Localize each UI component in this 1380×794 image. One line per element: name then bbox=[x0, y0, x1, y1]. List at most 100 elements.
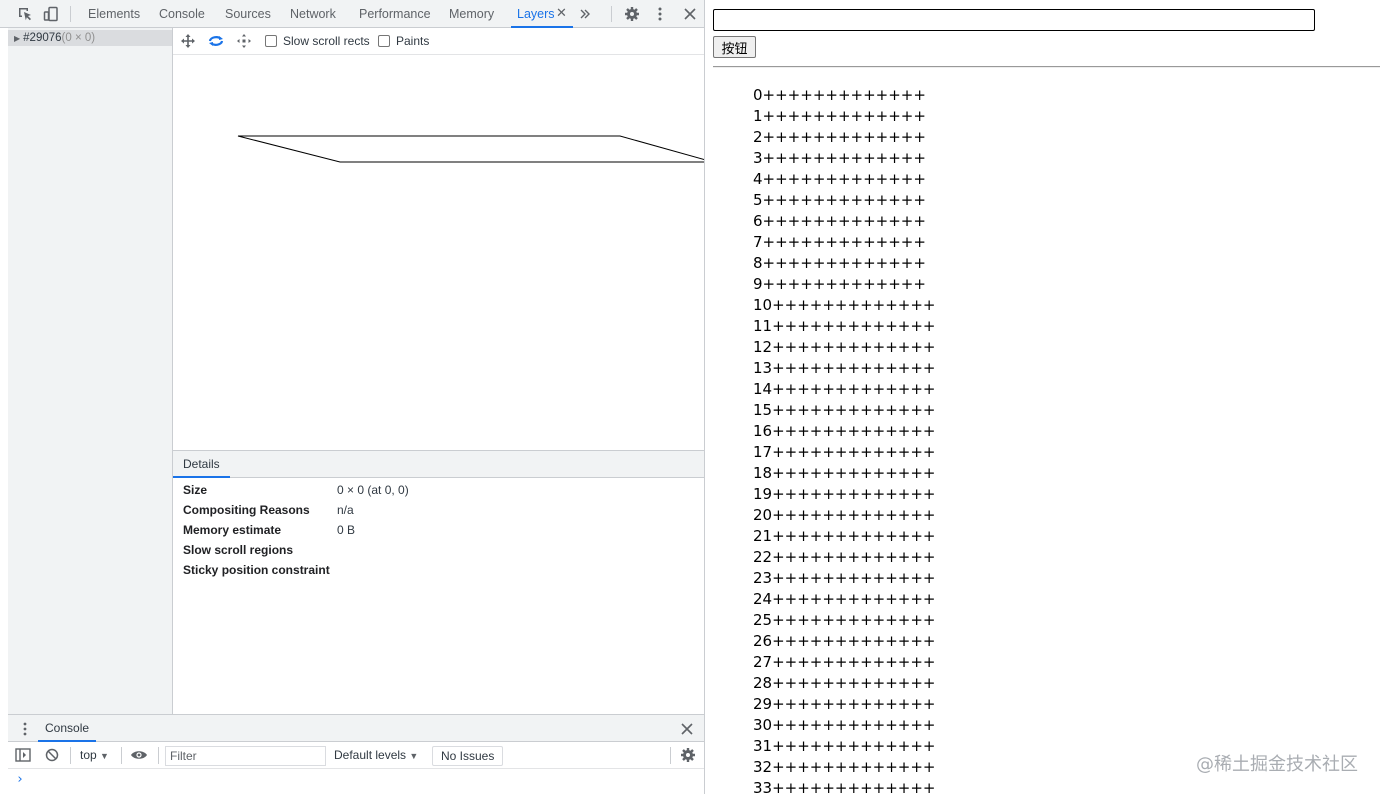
watermark: @稀土掘金技术社区 bbox=[1196, 754, 1358, 775]
slow-scroll-rects-toggle[interactable]: Slow scroll rects bbox=[265, 34, 370, 48]
layers-toolbar: Slow scroll rects Paints bbox=[173, 28, 704, 55]
toolbar-divider bbox=[121, 747, 122, 764]
filter-input[interactable] bbox=[165, 746, 326, 766]
tab-details[interactable]: Details bbox=[173, 451, 230, 478]
detail-key: Memory estimate bbox=[183, 523, 282, 537]
list-item: 33+++++++++++++ bbox=[753, 779, 936, 794]
tab-console[interactable]: Console bbox=[159, 0, 205, 28]
slow-scroll-rects-checkbox[interactable] bbox=[265, 35, 277, 47]
issues-button[interactable]: No Issues bbox=[432, 746, 504, 766]
list-item: 13+++++++++++++ bbox=[753, 359, 936, 377]
console-toolbar: top ▼ Default levels ▼ No Issues bbox=[8, 742, 704, 769]
list-item: 3+++++++++++++ bbox=[753, 149, 926, 167]
tab-layers[interactable]: Layers bbox=[511, 0, 572, 28]
toolbar-divider bbox=[670, 747, 671, 764]
more-options-icon[interactable] bbox=[651, 5, 669, 23]
console-settings-gear-icon[interactable] bbox=[679, 746, 697, 764]
double-chevron-icon[interactable] bbox=[576, 5, 594, 23]
detail-key: Slow scroll regions bbox=[183, 543, 294, 557]
paints-checkbox[interactable] bbox=[378, 35, 390, 47]
list-item: 16+++++++++++++ bbox=[753, 422, 936, 440]
tab-console-drawer[interactable]: Console bbox=[38, 715, 97, 742]
list-item: 30+++++++++++++ bbox=[753, 716, 936, 734]
list-item: 1+++++++++++++ bbox=[753, 107, 926, 125]
detail-key: Compositing Reasons bbox=[183, 503, 310, 517]
context-selector[interactable]: top ▼ bbox=[80, 742, 109, 769]
slow-scroll-rects-label: Slow scroll rects bbox=[283, 34, 370, 48]
list-item: 0+++++++++++++ bbox=[753, 86, 926, 104]
close-drawer-icon[interactable] bbox=[678, 720, 696, 738]
drawer-tab-bar: Console bbox=[8, 715, 704, 742]
list-item: 31+++++++++++++ bbox=[753, 737, 936, 755]
tab-memory[interactable]: Memory bbox=[449, 0, 494, 28]
list-item: 4+++++++++++++ bbox=[753, 170, 926, 188]
details-pane: Details Size 0 × 0 (at 0, 0) Compositing… bbox=[173, 450, 704, 714]
sidebar-toggle-icon[interactable] bbox=[14, 746, 32, 764]
detail-value: 0 B bbox=[337, 523, 356, 537]
list-item: 19+++++++++++++ bbox=[753, 485, 936, 503]
clear-console-icon[interactable] bbox=[43, 746, 61, 764]
layer-id: #29076 bbox=[23, 32, 62, 44]
layer-tree-item[interactable]: ▶ #29076(0 × 0) bbox=[8, 30, 172, 46]
layers-3d-viewport[interactable] bbox=[173, 55, 704, 450]
list-item: 23+++++++++++++ bbox=[753, 569, 936, 587]
tab-sources[interactable]: Sources bbox=[225, 0, 271, 28]
list-item: 24+++++++++++++ bbox=[753, 590, 936, 608]
list-item: 6+++++++++++++ bbox=[753, 212, 926, 230]
layer-size: (0 × 0) bbox=[61, 32, 96, 44]
list-item: 8+++++++++++++ bbox=[753, 254, 926, 272]
devtools-panel: Elements Console Sources Network Perform… bbox=[0, 0, 705, 794]
list-item: 25+++++++++++++ bbox=[753, 611, 936, 629]
reset-transform-icon[interactable] bbox=[235, 32, 253, 50]
close-devtools-icon[interactable] bbox=[681, 5, 699, 23]
list-item: 17+++++++++++++ bbox=[753, 443, 936, 461]
list-item: 7+++++++++++++ bbox=[753, 233, 926, 251]
list-item: 29+++++++++++++ bbox=[753, 695, 936, 713]
pan-mode-icon[interactable] bbox=[179, 32, 197, 50]
tab-elements[interactable]: Elements bbox=[88, 0, 140, 28]
gear-icon[interactable] bbox=[623, 5, 641, 23]
list-item: 12+++++++++++++ bbox=[753, 338, 936, 356]
detail-value: 0 × 0 (at 0, 0) bbox=[337, 483, 409, 497]
devtools-tab-bar: Elements Console Sources Network Perform… bbox=[0, 0, 704, 28]
expand-triangle-icon[interactable]: ▶ bbox=[14, 34, 20, 43]
log-levels-dropdown[interactable]: Default levels ▼ bbox=[334, 742, 418, 769]
rotate-mode-icon[interactable] bbox=[207, 32, 225, 50]
dropdown-arrow-icon: ▼ bbox=[100, 751, 109, 761]
device-toolbar-icon[interactable] bbox=[42, 5, 60, 23]
list-item: 18+++++++++++++ bbox=[753, 464, 936, 482]
dropdown-arrow-icon: ▼ bbox=[409, 751, 419, 761]
eye-icon[interactable] bbox=[130, 746, 148, 764]
close-tab-icon[interactable]: ✕ bbox=[556, 6, 567, 20]
list-item: 9+++++++++++++ bbox=[753, 275, 926, 293]
list-item: 10+++++++++++++ bbox=[753, 296, 936, 314]
inspect-element-icon[interactable] bbox=[16, 5, 34, 23]
line-list: 0+++++++++++++ 1+++++++++++++ 2+++++++++++… bbox=[753, 85, 935, 794]
detail-key: Sticky position constraint bbox=[183, 563, 330, 577]
list-item: 28+++++++++++++ bbox=[753, 674, 936, 692]
list-item: 32+++++++++++++ bbox=[753, 758, 936, 776]
drawer-menu-icon[interactable] bbox=[16, 720, 34, 738]
list-item: 21+++++++++++++ bbox=[753, 527, 936, 545]
toolbar-divider bbox=[158, 747, 159, 764]
list-item: 14+++++++++++++ bbox=[753, 380, 936, 398]
toolbar-divider bbox=[70, 747, 71, 764]
console-drawer: Console top ▼ Default levels ▼ No Issues bbox=[8, 714, 704, 794]
detail-key: Size bbox=[183, 483, 208, 497]
list-item: 15+++++++++++++ bbox=[753, 401, 936, 419]
page-button[interactable]: 按钮 bbox=[713, 36, 756, 58]
details-tab-bar: Details bbox=[173, 451, 704, 478]
paints-label: Paints bbox=[396, 34, 430, 48]
tab-network[interactable]: Network bbox=[290, 0, 336, 28]
paints-toggle[interactable]: Paints bbox=[378, 34, 429, 48]
text-input[interactable] bbox=[713, 9, 1315, 31]
list-item: 20+++++++++++++ bbox=[753, 506, 936, 524]
log-levels-label: Default levels bbox=[334, 748, 407, 762]
list-item: 26+++++++++++++ bbox=[753, 632, 936, 650]
list-item: 11+++++++++++++ bbox=[753, 317, 936, 335]
tab-performance[interactable]: Performance bbox=[359, 0, 431, 28]
list-item: 27+++++++++++++ bbox=[753, 653, 936, 671]
web-page-viewport: 按钮 0+++++++++++++ 1+++++++++++++ 2++++++++… bbox=[706, 0, 1380, 794]
console-prompt[interactable]: › bbox=[16, 772, 24, 787]
horizontal-rule bbox=[713, 66, 1380, 68]
